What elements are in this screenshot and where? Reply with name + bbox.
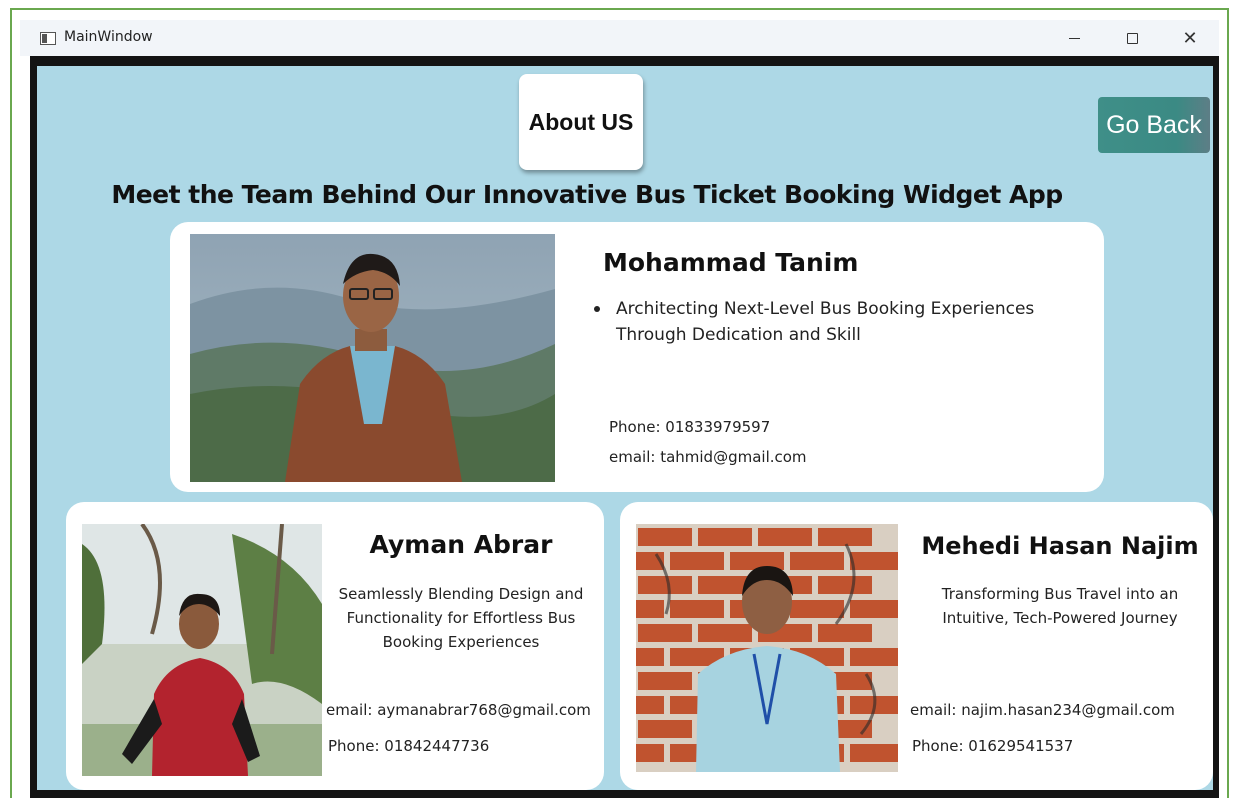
app-window-icon xyxy=(40,32,56,45)
minimize-button[interactable] xyxy=(1046,20,1102,56)
person-photo xyxy=(82,524,322,776)
member-name: Mohammad Tanim xyxy=(603,248,859,277)
window-title: MainWindow xyxy=(64,29,153,45)
maximize-button[interactable] xyxy=(1104,20,1160,56)
team-headline: Meet the Team Behind Our Innovative Bus … xyxy=(111,180,1063,209)
member-email: email: najim.hasan234@gmail.com xyxy=(910,701,1175,719)
maximize-icon xyxy=(1126,32,1138,44)
person-photo xyxy=(190,234,555,482)
member-phone: Phone: 01842447736 xyxy=(328,737,490,755)
window-titlebar: MainWindow ✕ xyxy=(20,20,1219,56)
member-name: Ayman Abrar xyxy=(369,530,553,559)
member-tagline: Architecting Next-Level Bus Booking Expe… xyxy=(616,299,1035,345)
close-button[interactable]: ✕ xyxy=(1162,20,1218,56)
page-title: About US xyxy=(528,108,634,135)
about-us-page: About US Go Back Meet the Team Behind Ou… xyxy=(37,66,1213,790)
go-back-button[interactable]: Go Back xyxy=(1098,97,1210,153)
member-tagline: Seamlessly Blending Design and Functiona… xyxy=(338,585,584,651)
team-card-mohammad-tanim: Mohammad Tanim Architecting Next-Level B… xyxy=(170,222,1104,492)
member-phone: Phone: 01833979597 xyxy=(609,418,771,436)
team-card-ayman-abrar: Ayman Abrar Seamlessly Blending Design a… xyxy=(66,502,604,790)
member-email: email: tahmid@gmail.com xyxy=(609,448,807,466)
bullet-icon xyxy=(594,306,600,312)
minimize-icon xyxy=(1068,37,1080,39)
close-icon: ✕ xyxy=(1182,27,1198,49)
person-photo xyxy=(636,524,898,772)
member-phone: Phone: 01629541537 xyxy=(912,737,1074,755)
team-card-mehedi-hasan-najim: Mehedi Hasan Najim Transforming Bus Trav… xyxy=(620,502,1213,790)
about-title-box: About US xyxy=(519,74,643,170)
member-email: email: aymanabrar768@gmail.com xyxy=(326,701,591,719)
member-tagline: Transforming Bus Travel into an Intuitiv… xyxy=(941,585,1179,627)
member-name: Mehedi Hasan Najim xyxy=(921,532,1199,560)
